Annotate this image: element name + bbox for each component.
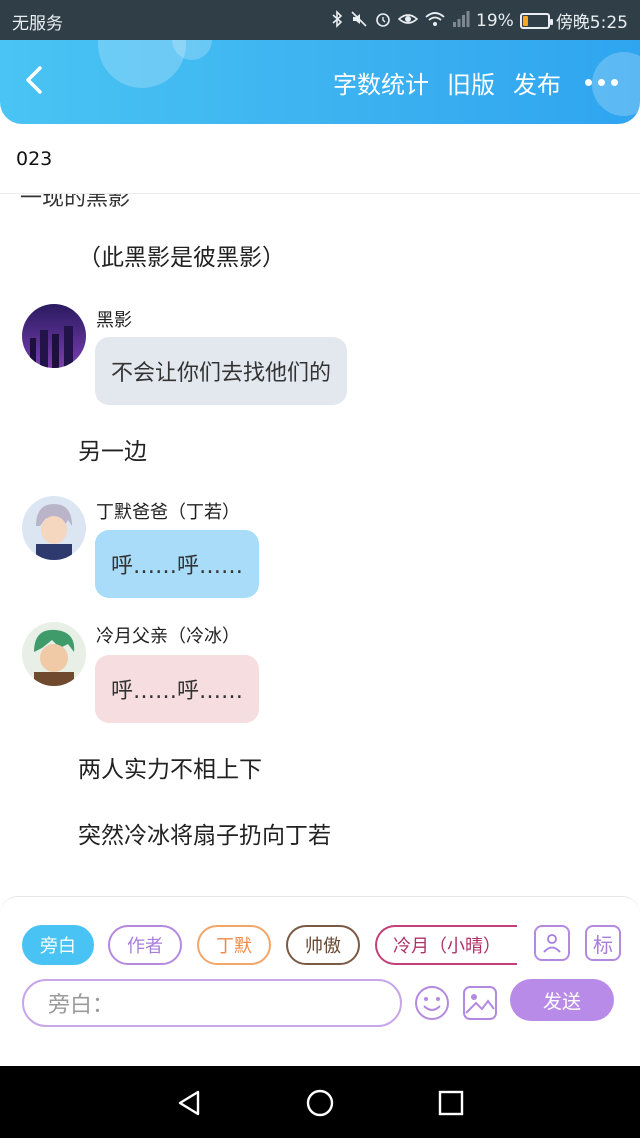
mute-icon (350, 10, 368, 32)
character-manage-button[interactable] (534, 925, 570, 961)
person-icon (543, 934, 561, 953)
send-button[interactable]: 发送 (510, 979, 614, 1021)
bluetooth-icon (330, 9, 344, 32)
avatar-lengbing[interactable] (22, 622, 86, 686)
image-icon[interactable] (462, 985, 498, 1021)
more-icon[interactable] (579, 78, 618, 86)
story-content[interactable]: 一现的黑影 （此黑影是彼黑影） 黑影 不会让你们去找他们的 另一边 丁默爸爸（丁… (0, 194, 640, 894)
battery-percent: 19% (476, 10, 514, 31)
eye-icon (397, 10, 419, 32)
speaker-name: 黑影 (96, 310, 132, 331)
role-chip-dingmo[interactable]: 丁默 (197, 925, 271, 965)
clock: 傍晚5:25 (555, 13, 628, 33)
emoji-icon[interactable] (414, 985, 450, 1021)
message-bubble[interactable]: 呼……呼…… (95, 530, 260, 598)
tag-button[interactable]: 标 (585, 925, 621, 961)
speaker-name: 丁默爸爸（丁若） (96, 502, 240, 523)
alarm-icon (374, 10, 392, 32)
speaker-name: 冷月父亲（冷冰） (96, 626, 240, 647)
narration-3: 两人实力不相上下 (78, 757, 262, 783)
input-panel: 旁白 作者 丁默 帅傲 冷月（小晴） 标 旁白： 发送 (0, 896, 640, 1066)
app-bar-actions: 字数统计 旧版 发布 (333, 40, 618, 124)
battery-level (522, 15, 528, 26)
nav-recents-icon[interactable] (436, 1088, 466, 1118)
old-version-button[interactable]: 旧版 (447, 65, 495, 100)
role-chip-author[interactable]: 作者 (108, 925, 182, 965)
back-button[interactable] (18, 60, 58, 100)
word-count-button[interactable]: 字数统计 (333, 65, 429, 100)
back-arrow-icon (26, 66, 42, 94)
chapter-title: 023 (16, 148, 53, 170)
chapter-title-row[interactable]: 023 (0, 124, 640, 194)
nav-back-icon[interactable] (174, 1088, 204, 1118)
status-icons: 19% 傍晚5:25 (330, 8, 628, 33)
role-chip-shuaiao[interactable]: 帅傲 (286, 925, 360, 965)
message-bubble[interactable]: 不会让你们去找他们的 (95, 337, 348, 405)
narration-2: 另一边 (78, 439, 147, 465)
avatar-dingruo[interactable] (22, 496, 86, 560)
battery-icon (519, 12, 553, 29)
signal-icon (452, 10, 470, 32)
publish-button[interactable]: 发布 (513, 65, 561, 100)
narration-1: （此黑影是彼黑影） (78, 245, 285, 271)
status-bar: 无服务 19% 傍晚5:25 (0, 0, 640, 40)
wifi-icon (424, 10, 446, 32)
avatar-heiying[interactable] (22, 304, 86, 368)
role-chip-lengyue[interactable]: 冷月（小晴） (375, 925, 517, 965)
message-input[interactable]: 旁白： (22, 979, 402, 1027)
app-bar: 字数统计 旧版 发布 (0, 40, 640, 124)
input-placeholder: 旁白： (48, 993, 115, 1018)
clipped-narration: 一现的黑影 (20, 194, 131, 211)
role-chip-narrator[interactable]: 旁白 (22, 925, 94, 965)
narration-4: 突然冷冰将扇子扔向丁若 (78, 823, 331, 849)
system-nav-bar (0, 1066, 640, 1138)
carrier-label: 无服务 (12, 14, 63, 34)
nav-home-icon[interactable] (305, 1088, 335, 1118)
message-bubble[interactable]: 呼……呼…… (95, 655, 260, 723)
